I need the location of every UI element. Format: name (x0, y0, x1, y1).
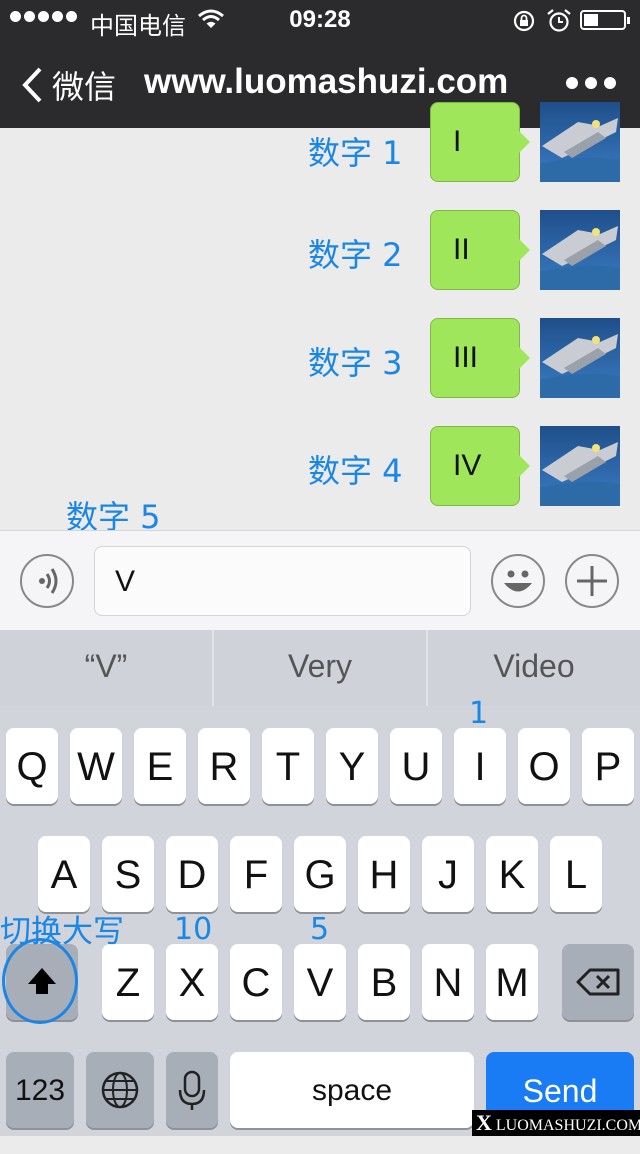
shift-highlight-circle (2, 938, 78, 1024)
message-annotation: 数字 1 (308, 134, 403, 172)
key-annotation: 10 (174, 912, 213, 947)
rotation-lock-icon (513, 10, 535, 32)
back-label: 微信 (52, 68, 117, 106)
key-annotation: 5 (310, 912, 330, 947)
backspace-key[interactable] (562, 944, 634, 1020)
key-h[interactable]: H (358, 836, 410, 912)
watermark: X LUOMASHUZI.COM (472, 1110, 640, 1136)
key-u[interactable]: U (390, 728, 442, 804)
globe-key[interactable] (86, 1052, 154, 1128)
key-r[interactable]: R (198, 728, 250, 804)
key-e[interactable]: E (134, 728, 186, 804)
key-m[interactable]: M (486, 944, 538, 1020)
key-n[interactable]: N (422, 944, 474, 1020)
chevron-left-icon (22, 67, 42, 103)
suggestion-bar: “V” Very Video (0, 630, 640, 706)
back-button[interactable]: 微信 (20, 60, 116, 110)
backspace-icon (576, 968, 620, 996)
message-bubble[interactable]: I (430, 102, 530, 182)
avatar[interactable] (540, 426, 620, 506)
key-y[interactable]: Y (326, 728, 378, 804)
voice-icon (39, 568, 58, 594)
message-annotation: 数字 4 (308, 452, 403, 490)
suggestion-item[interactable]: Video (428, 630, 640, 706)
key-annotation: 1 (469, 696, 489, 731)
globe-icon (101, 1071, 139, 1109)
watermark-text: LUOMASHUZI.COM (495, 1117, 640, 1134)
key-p[interactable]: P (582, 728, 634, 804)
message-bubble[interactable]: III (430, 318, 530, 398)
emoji-icon (504, 570, 532, 592)
key-q[interactable]: Q (6, 728, 58, 804)
suggestion-item[interactable]: “V” (0, 630, 214, 706)
key-x[interactable]: X (166, 944, 218, 1020)
key-v[interactable]: V (294, 944, 346, 1020)
suggestion-item[interactable]: Very (214, 630, 428, 706)
key-d[interactable]: D (166, 836, 218, 912)
message-annotation: 数字 2 (308, 236, 403, 274)
key-z[interactable]: Z (102, 944, 154, 1020)
emoji-button[interactable] (491, 554, 545, 608)
status-bar: 中国电信 09:28 (0, 0, 640, 40)
key-o[interactable]: O (518, 728, 570, 804)
key-g[interactable]: G (294, 836, 346, 912)
message-bubble[interactable]: IV (430, 426, 530, 506)
key-c[interactable]: C (230, 944, 282, 1020)
page-title: www.luomashuzi.com (144, 62, 509, 101)
microphone-icon (178, 1070, 206, 1110)
clock: 09:28 (289, 6, 351, 33)
key-a[interactable]: A (38, 836, 90, 912)
key-s[interactable]: S (102, 836, 154, 912)
space-key[interactable]: space (230, 1052, 474, 1128)
key-l[interactable]: L (550, 836, 602, 912)
battery-icon (580, 10, 630, 30)
input-bar: V (0, 530, 640, 631)
more-options-button[interactable] (566, 72, 616, 94)
key-b[interactable]: B (358, 944, 410, 1020)
alarm-icon (547, 9, 571, 32)
avatar[interactable] (540, 318, 620, 398)
key-k[interactable]: K (486, 836, 538, 912)
message-bubble[interactable]: II (430, 210, 530, 290)
key-i[interactable]: I (454, 728, 506, 804)
message-input[interactable]: V (94, 546, 471, 616)
add-button[interactable] (565, 554, 619, 608)
message-annotation: 数字 3 (308, 344, 403, 382)
dictation-key[interactable] (166, 1052, 218, 1128)
key-f[interactable]: F (230, 836, 282, 912)
key-w[interactable]: W (70, 728, 122, 804)
voice-button[interactable] (20, 554, 74, 608)
numbers-key[interactable]: 123 (6, 1052, 74, 1128)
avatar[interactable] (540, 210, 620, 290)
plus-icon (577, 566, 607, 596)
avatar[interactable] (540, 102, 620, 182)
key-j[interactable]: J (422, 836, 474, 912)
key-t[interactable]: T (262, 728, 314, 804)
